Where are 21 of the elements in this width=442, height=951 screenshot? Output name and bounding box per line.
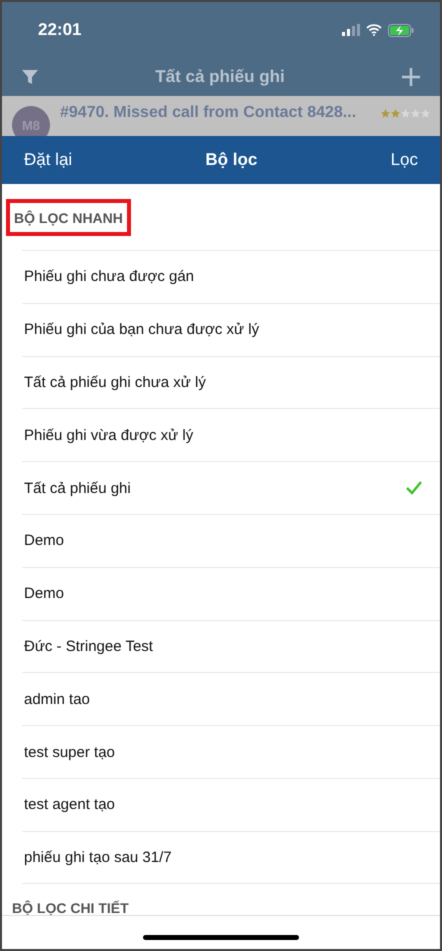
nav-title: Tất cả phiếu ghi	[154, 67, 286, 87]
apply-button[interactable]: Lọc	[390, 150, 418, 170]
battery-icon	[388, 24, 414, 36]
section-title: BỘ LỌC NHANH	[6, 198, 131, 236]
section-title: BỘ LỌC CHI TIẾT	[12, 900, 130, 916]
add-icon[interactable]	[402, 68, 420, 86]
filter-icon[interactable]	[22, 69, 38, 85]
reset-button[interactable]: Đặt lại	[24, 150, 72, 170]
signal-icon	[342, 24, 360, 36]
status-time: 22:01	[38, 20, 82, 40]
star-icon	[391, 109, 400, 118]
sheet-title: Bộ lọc	[204, 150, 258, 170]
ticket-title: #9470. Missed call from Contact 8428...	[60, 104, 358, 122]
star-icon	[401, 109, 410, 118]
filter-item[interactable]: Đức - Stringee Test	[22, 620, 440, 672]
filter-item[interactable]: Tất cả phiếu ghi chưa xử lý	[22, 356, 440, 408]
star-icon	[381, 109, 390, 118]
filter-item[interactable]: phiếu ghi tạo sau 31/7	[22, 830, 440, 884]
star-icon	[421, 109, 430, 118]
wifi-icon	[366, 24, 382, 36]
star-icon	[411, 109, 420, 118]
